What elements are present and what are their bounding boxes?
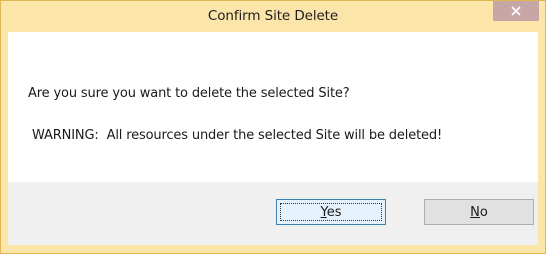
yes-button-label: Yes	[320, 204, 342, 220]
warning-message: WARNING: All resources under the selecte…	[32, 128, 442, 143]
dialog-client-area: Are you sure you want to delete the sele…	[8, 32, 538, 245]
warning-text: WARNING: All resources under the selecte…	[32, 128, 443, 143]
no-button[interactable]: No	[424, 199, 534, 225]
confirmation-question: Are you sure you want to delete the sele…	[28, 86, 350, 101]
dialog-title: Confirm Site Delete	[207, 8, 339, 24]
title-bar[interactable]: Confirm Site Delete	[1, 1, 545, 32]
close-icon	[511, 6, 521, 16]
yes-button[interactable]: Yes	[276, 199, 386, 225]
message-area: Are you sure you want to delete the sele…	[8, 32, 538, 182]
no-button-label: No	[470, 204, 488, 220]
confirm-dialog-window: Confirm Site Delete Are you sure you wan…	[0, 0, 546, 254]
close-button[interactable]	[493, 1, 539, 21]
